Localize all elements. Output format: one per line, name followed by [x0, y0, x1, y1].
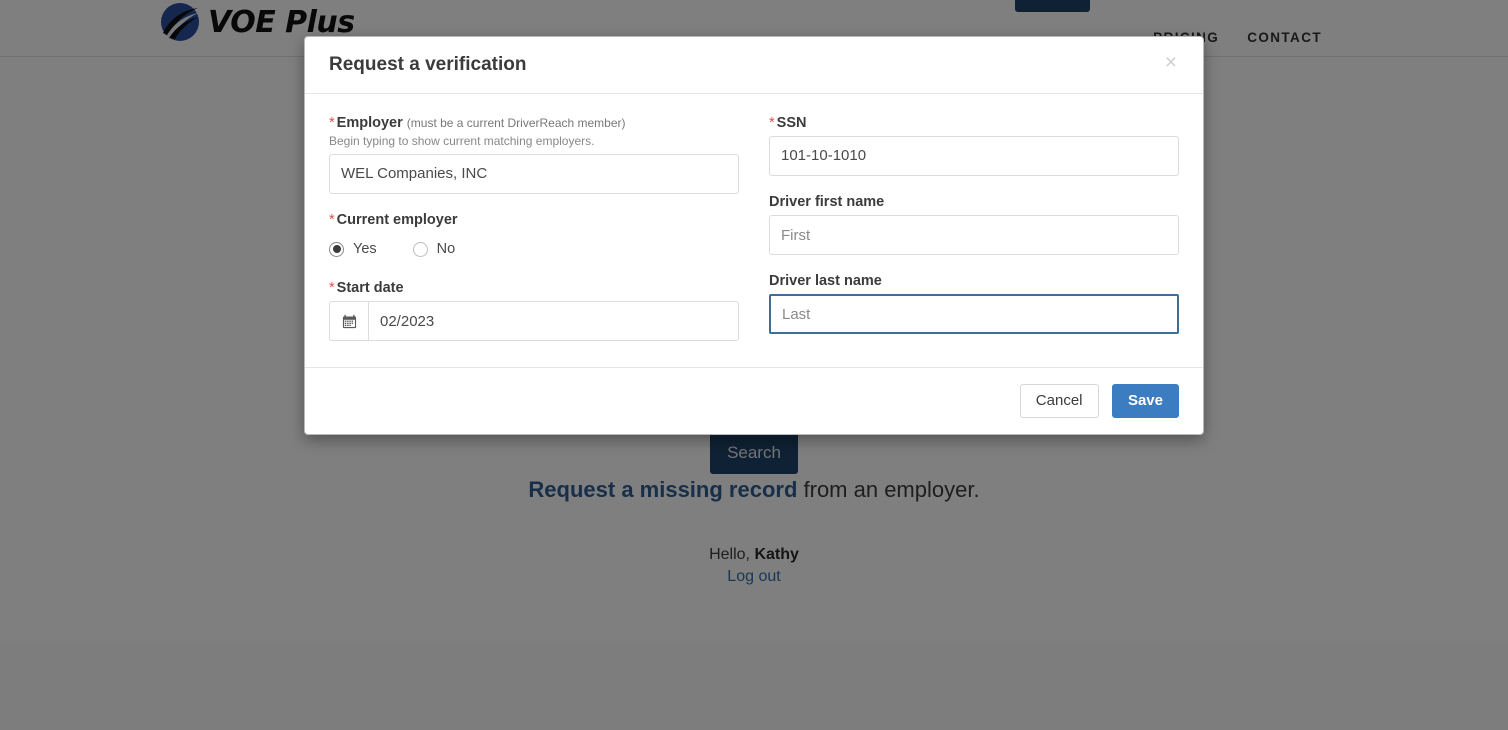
radio-no-icon[interactable] [412, 241, 428, 257]
field-driver-last-name: Driver last name [769, 272, 1179, 335]
modal-header: Request a verification × [305, 37, 1203, 94]
radio-no-label: No [436, 241, 456, 258]
employer-label: * Employer (must be a current DriverReach… [329, 114, 739, 132]
field-ssn: * SSN [769, 114, 1179, 176]
required-marker: * [769, 114, 775, 131]
employer-label-text: Employer [336, 114, 403, 131]
field-start-date: * Start date [329, 279, 739, 342]
calendar-icon[interactable] [329, 301, 368, 342]
request-verification-modal: Request a verification × * Employer (must… [304, 36, 1204, 436]
driver-first-name-input[interactable] [769, 215, 1179, 256]
cancel-button[interactable]: Cancel [1019, 384, 1099, 419]
ssn-label-text: SSN [776, 114, 807, 131]
radio-option-yes[interactable]: Yes [329, 241, 377, 257]
modal-footer: Cancel Save [305, 367, 1203, 434]
current-employer-radio-group: Yes No [329, 236, 739, 262]
start-date-input-group [329, 301, 739, 342]
required-marker: * [329, 211, 335, 228]
employer-sublabel: Begin typing to show current matching em… [329, 133, 595, 148]
field-current-employer: * Current employer Yes No [329, 211, 739, 262]
last-name-label: Driver last name [769, 273, 882, 290]
save-button[interactable]: Save [1111, 384, 1179, 419]
field-driver-first-name: Driver first name [769, 193, 1179, 256]
field-employer: * Employer (must be a current DriverReach… [329, 114, 739, 194]
start-date-label: * Start date [329, 279, 739, 297]
ssn-input[interactable] [769, 135, 1179, 176]
employer-input[interactable] [329, 153, 739, 194]
first-name-label: Driver first name [769, 193, 885, 210]
current-employer-label: * Current employer [329, 211, 739, 229]
required-marker: * [329, 114, 335, 131]
driver-last-name-input[interactable] [769, 294, 1179, 335]
employer-label-hint: (must be a current DriverReach member) [406, 115, 626, 130]
form-column-left: * Employer (must be a current DriverReach… [329, 114, 739, 342]
modal-body: * Employer (must be a current DriverReach… [305, 94, 1203, 367]
modal-title: Request a verification [329, 54, 527, 75]
required-marker: * [329, 280, 335, 297]
ssn-label: * SSN [769, 114, 1179, 132]
start-date-label-text: Start date [336, 280, 404, 297]
radio-option-no[interactable]: No [412, 241, 456, 258]
radio-yes-icon[interactable] [329, 241, 344, 257]
start-date-input[interactable] [368, 301, 739, 342]
close-icon[interactable]: × [1159, 48, 1183, 77]
form-column-right: *SSN Driver first name Driver last name [769, 114, 1179, 341]
current-employer-label-text: Current employer [336, 211, 458, 228]
radio-yes-label: Yes [353, 241, 377, 258]
